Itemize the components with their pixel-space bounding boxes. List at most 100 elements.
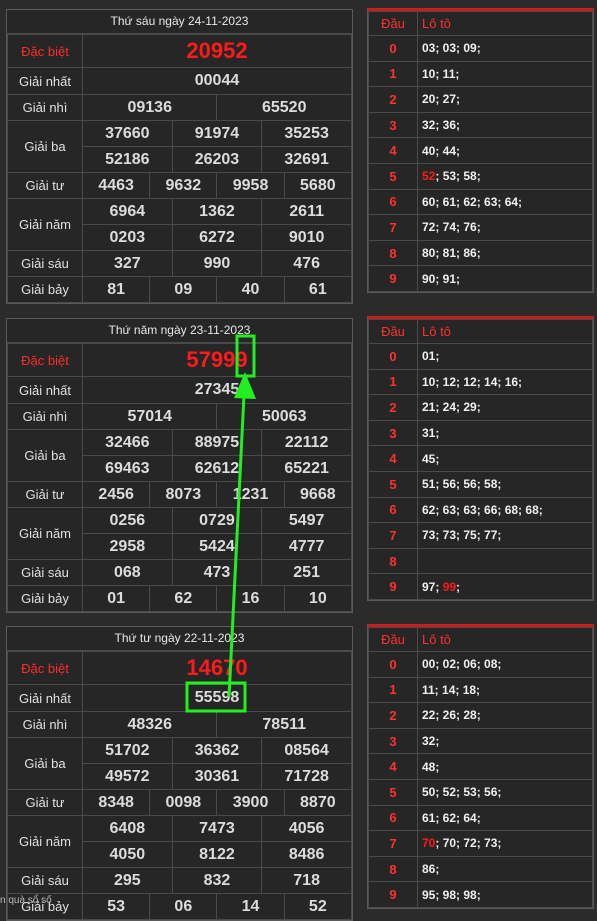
loto-values: 32; 36; [417,111,593,139]
prize-number: 068 [82,559,173,586]
loto-row: 7 72; 74; 76; [368,214,593,241]
loto-values: 48; [417,753,593,780]
prize-number: 65221 [261,455,352,482]
prize-label: Giải nhất [7,376,83,404]
loto-values: 80; 81; 86; [417,239,593,267]
loto-value-text: 40; 44; [422,143,461,158]
special-prize-number: 14670 [82,651,352,685]
loto-head-digit: 6 [368,804,418,832]
first-prize-number: 27345 [82,376,352,404]
loto-head-digit: 2 [368,394,418,421]
loto-value-text: 21; 24; 29; [422,400,481,415]
loto-value-text: 01; [422,349,440,364]
prize-number: 5424 [171,533,263,560]
loto-value-text: 95; 98; 98; [422,887,481,902]
prize-number: 57014 [81,403,218,430]
loto-table: Đầu Lô tô 0 01; 1 10; 12; 12; 14; 16; 2 21; 24;… [368,319,593,600]
loto-value-text: ; 53; 58; [435,169,481,184]
loto-values: 51; 56; 56; 58; [417,470,593,498]
table-row: Giải bảy 53 06 14 52 [7,893,353,920]
loto-row: 1 10; 11; [368,60,593,88]
loto-value-text: 51; 56; 56; 58; [422,477,502,492]
loto-values: 97; 99; [417,573,593,600]
loto-values: 45; [417,445,593,472]
draw-date-title: Thứ sáu ngày 24-11-2023 [7,10,352,34]
loto-values: 32; [417,727,593,755]
loto-values: 50; 52; 53; 56; [417,778,593,806]
prize-number: 4050 [82,841,173,868]
loto-row: 9 97; 99; [368,573,593,600]
loto-row: 7 73; 73; 75; 77; [368,522,593,549]
prize-number: 09136 [81,94,218,121]
prize-number: 50063 [216,403,352,430]
prize-number: 14 [216,893,285,920]
loto-row: 1 11; 14; 18; [368,676,593,704]
loto-values: 52; 53; 58; [417,162,593,190]
table-row: Giải bảy 81 09 40 61 [7,276,353,303]
table-row: Giải ba 32466 88975 22112 [7,429,352,482]
prize-number: 37660 [82,120,173,147]
loto-values: 60; 61; 62; 63; 64; [417,188,593,216]
loto-head-digit: 8 [368,855,418,883]
prize-label: Giải nhất [7,67,83,95]
loto-head-digit: 7 [368,214,418,241]
table-row: Giải năm 0256 0729 5497 [7,507,352,560]
loto-row: 2 20; 27; [368,86,593,113]
prize-label: Giải bảy [7,276,83,303]
result-panel: Thứ tư ngày 22-11-2023 Đặc biệt 14670 Giải … [6,626,353,921]
loto-row: 8 86; [368,855,593,883]
results-table: Đặc biệt 14670 Giải nhất 55598 Giải nhì 48326… [7,651,353,920]
prize-number: 832 [171,867,263,894]
loto-head-label: Đầu [368,319,418,344]
table-row: Giải nhì 09136 65520 [7,94,352,121]
prize-number: 4777 [261,533,352,560]
loto-head-digit: 4 [368,137,418,164]
prize-number: 48326 [81,711,218,738]
loto-values: 22; 26; 28; [417,702,593,729]
loto-value-text: 48; [422,759,440,774]
prize-number: 990 [171,250,263,277]
loto-values: 95; 98; 98; [417,881,593,908]
prize-number: 8122 [171,841,263,868]
loto-row: 3 32; 36; [368,111,593,139]
table-row: Giải ba 51702 36362 08564 [7,737,352,790]
prize-number: 53 [81,893,151,920]
prize-number: 32466 [82,429,173,456]
prize-label: Giải nhì [7,711,83,738]
table-row: Giải tư 8348 0098 3900 8870 [7,789,353,816]
loto-value-text: 62; 63; 63; 66; 68; 68; [422,502,543,517]
loto-head-digit: 3 [368,419,418,447]
loto-values: 20; 27; [417,86,593,113]
prize-number: 78511 [216,711,352,738]
prize-number: 06 [149,893,218,920]
prize-number: 22112 [261,429,352,456]
special-prize-number: 20952 [82,34,352,68]
loto-value-text: 03; 03; 09; [422,41,481,56]
prize-label: Giải tư [7,789,83,816]
prize-number: 62 [149,585,218,612]
prize-number: 8486 [261,841,352,868]
prize-number: 7473 [171,815,263,842]
loto-value-text: 11; 14; 18; [422,682,481,697]
loto-head-digit: 9 [368,881,418,908]
prize-number: 5497 [261,507,352,534]
special-prize-number: 57999 [82,343,352,377]
loto-row: 1 10; 12; 12; 14; 16; [368,368,593,396]
loto-row: 4 48; [368,753,593,780]
prize-number: 30361 [171,763,263,790]
prize-label: Giải tư [7,172,83,199]
prize-number: 8073 [149,481,218,508]
loto-table: Đầu Lô tô 0 03; 03; 09; 1 10; 11; 2 20; 27; 3 32;… [368,11,593,292]
loto-head-label: Đầu [368,627,418,652]
prize-label: Giải ba [7,737,83,790]
loto-head-digit: 9 [368,573,418,600]
loto-panel: Đầu Lô tô 0 03; 03; 09; 1 10; 11; 2 20; 27; 3 32;… [367,8,594,293]
loto-value-text: 61; 62; 64; [422,810,481,825]
loto-values: 61; 62; 64; [417,804,593,832]
prize-number: 1362 [171,198,263,225]
loto-values: 00; 02; 06; 08; [417,651,593,678]
prize-number: 91974 [171,120,263,147]
prize-number: 10 [283,585,353,612]
loto-values-label: Lô tô [417,319,593,344]
loto-row: 2 21; 24; 29; [368,394,593,421]
